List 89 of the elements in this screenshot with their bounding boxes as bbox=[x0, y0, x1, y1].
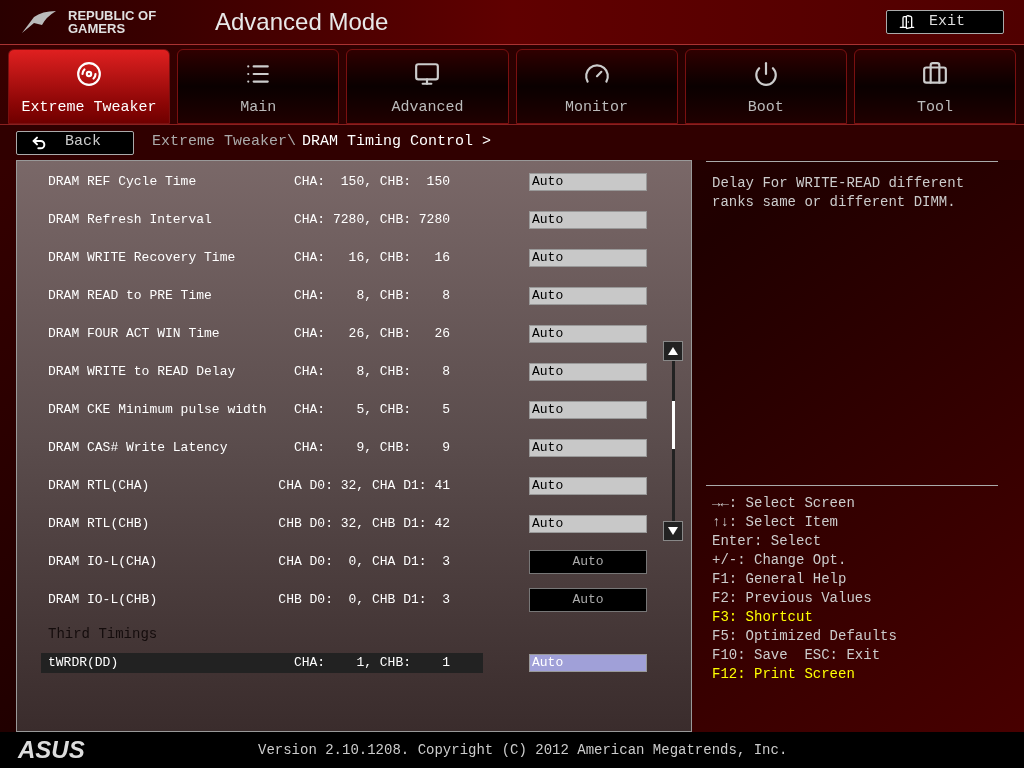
scroll-track[interactable] bbox=[671, 361, 675, 521]
key-hint: F1: General Help bbox=[712, 570, 848, 589]
input-field[interactable]: Auto bbox=[529, 249, 647, 267]
breadcrumb-parent[interactable]: Extreme Tweaker\ bbox=[152, 131, 297, 154]
key-hint: F3: Shortcut bbox=[712, 608, 814, 627]
nav-tab[interactable]: Monitor bbox=[515, 49, 678, 125]
setting-label: tWRDR(DD) bbox=[48, 654, 119, 673]
nav-tab[interactable]: Boot bbox=[684, 49, 847, 125]
scroll-down-button[interactable] bbox=[663, 521, 683, 541]
setting-reading: CHA: 150, CHB: 150 bbox=[293, 173, 450, 192]
setting-row[interactable]: DRAM Refresh Interval CHA: 7280, CHB: 7280 bbox=[41, 210, 483, 230]
key-hint: F2: Previous Values bbox=[712, 589, 873, 608]
setting-row[interactable]: DRAM CKE Minimum pulse width CHA: 5, CHB: 5 bbox=[41, 400, 483, 420]
setting-reading: CHA D0: 0, CHA D1: 3 bbox=[278, 553, 450, 572]
setting-label: DRAM CKE Minimum pulse width bbox=[48, 401, 267, 420]
key-hint: F12: Print Screen bbox=[712, 665, 856, 684]
nav-tab[interactable]: Tool bbox=[853, 49, 1017, 125]
input-field[interactable]: Auto bbox=[529, 439, 647, 457]
logo-text: REPUBLIC OF bbox=[68, 9, 157, 23]
help-description: Delay For WRITE-READ different ranks same or different DIMM. bbox=[712, 174, 966, 212]
setting-row[interactable]: DRAM WRITE Recovery Time CHA: 16, CHB: 16 bbox=[41, 248, 483, 268]
setting-reading: CHA: 16, CHB: 16 bbox=[293, 249, 450, 268]
toolbox-icon bbox=[921, 60, 948, 87]
input-field[interactable]: Auto bbox=[529, 287, 647, 305]
setting-reading: CHB D0: 0, CHB D1: 3 bbox=[278, 591, 450, 610]
setting-label: DRAM RTL(CHB) bbox=[48, 515, 150, 534]
nav-tab[interactable]: Extreme Tweaker bbox=[8, 49, 171, 125]
logo-text: GAMERS bbox=[68, 22, 127, 36]
setting-reading: CHA: 8, CHB: 8 bbox=[293, 363, 450, 382]
setting-reading: CHB D0: 32, CHB D1: 42 bbox=[278, 515, 450, 534]
setting-label: DRAM FOUR ACT WIN Time bbox=[48, 325, 220, 344]
setting-row[interactable]: DRAM READ to PRE Time CHA: 8, CHB: 8 bbox=[41, 286, 483, 306]
setting-label: DRAM READ to PRE Time bbox=[48, 287, 212, 306]
input-field[interactable]: Auto bbox=[529, 173, 647, 191]
setting-reading: CHA: 7280, CHB: 7280 bbox=[293, 211, 450, 230]
setting-row[interactable]: DRAM FOUR ACT WIN Time CHA: 26, CHB: 26 bbox=[41, 324, 483, 344]
setting-row[interactable]: DRAM RTL(CHB) CHB D0: 32, CHB D1: 42 bbox=[41, 514, 483, 534]
input-field[interactable]: Auto bbox=[529, 325, 647, 343]
input-field[interactable]: Auto bbox=[529, 363, 647, 381]
setting-row[interactable]: DRAM CAS# Write Latency CHA: 9, CHB: 9 bbox=[41, 438, 483, 458]
brand-logo: ASUS bbox=[18, 735, 86, 765]
setting-label: DRAM IO-L(CHB) bbox=[48, 591, 158, 610]
window-title: Advanced Mode bbox=[215, 7, 389, 38]
down-triangle-icon bbox=[668, 527, 678, 535]
breadcrumb-current: DRAM Timing Control > bbox=[302, 132, 492, 153]
setting-label: DRAM Refresh Interval bbox=[48, 211, 212, 230]
scroll-thumb[interactable] bbox=[671, 401, 675, 449]
key-hint: F5: Optimized Defaults bbox=[712, 627, 898, 646]
setting-label: DRAM RTL(CHA) bbox=[48, 477, 150, 496]
input-field[interactable]: Auto bbox=[529, 401, 647, 419]
setting-row[interactable]: DRAM RTL(CHA) CHA D0: 32, CHA D1: 41 bbox=[41, 476, 483, 496]
setting-reading: CHA: 5, CHB: 5 bbox=[293, 401, 450, 420]
setting-label: DRAM IO-L(CHA) bbox=[48, 553, 158, 572]
setting-row[interactable]: DRAM WRITE to READ Delay CHA: 8, CHB: 8 bbox=[41, 362, 483, 382]
power-icon bbox=[752, 60, 779, 87]
nav-tab[interactable]: Advanced bbox=[346, 49, 509, 125]
key-hint: ↑↓: Select Item bbox=[712, 513, 840, 532]
setting-reading: CHA D0: 32, CHA D1: 41 bbox=[278, 477, 450, 496]
setting-reading: CHA: 26, CHB: 26 bbox=[293, 325, 450, 344]
setting-reading: CHA: 9, CHB: 9 bbox=[293, 439, 450, 458]
monitor-icon bbox=[414, 60, 441, 87]
setting-row[interactable]: tWRDR(DD) CHA: 1, CHB: 1 bbox=[41, 653, 483, 673]
back-button[interactable]: Back bbox=[16, 130, 134, 155]
input-field[interactable]: Auto bbox=[529, 515, 647, 533]
scroll-up-button[interactable] bbox=[663, 341, 683, 361]
setting-row[interactable]: DRAM IO-L(CHB) CHB D0: 0, CHB D1: 3 bbox=[41, 590, 483, 610]
version-text: Version 2.10.1208. Copyright (C) 2012 American Megatrends, Inc. bbox=[258, 740, 788, 760]
key-hint: →←: Select Screen bbox=[712, 494, 856, 513]
exit-button[interactable]: Exit bbox=[886, 10, 1004, 35]
setting-label: DRAM WRITE to READ Delay bbox=[48, 363, 236, 382]
door-icon bbox=[899, 14, 915, 31]
dropdown-button[interactable]: Auto bbox=[529, 550, 647, 574]
key-hint: +/-: Change Opt. bbox=[712, 551, 848, 570]
setting-label: DRAM WRITE Recovery Time bbox=[48, 249, 236, 268]
setting-label: DRAM REF Cycle Time bbox=[48, 173, 197, 192]
key-hint: Enter: Select bbox=[712, 532, 823, 551]
setting-row[interactable]: DRAM IO-L(CHA) CHA D0: 0, CHA D1: 3 bbox=[41, 552, 483, 572]
input-field[interactable]: Auto bbox=[529, 211, 647, 229]
nav-tab[interactable]: Main bbox=[177, 49, 340, 125]
back-arrow-icon bbox=[31, 134, 47, 151]
disc-icon bbox=[76, 60, 103, 87]
key-hint: F10: Save ESC: Exit bbox=[712, 646, 882, 665]
dropdown-button[interactable]: Auto bbox=[529, 588, 647, 612]
setting-reading: CHA: 8, CHB: 8 bbox=[293, 287, 450, 306]
input-field[interactable]: Auto bbox=[529, 477, 647, 495]
setting-row[interactable]: DRAM REF Cycle Time CHA: 150, CHB: 150 bbox=[41, 172, 483, 192]
setting-label: DRAM CAS# Write Latency bbox=[48, 439, 228, 458]
up-triangle-icon bbox=[668, 347, 678, 355]
setting-reading: CHA: 1, CHB: 1 bbox=[293, 654, 450, 673]
